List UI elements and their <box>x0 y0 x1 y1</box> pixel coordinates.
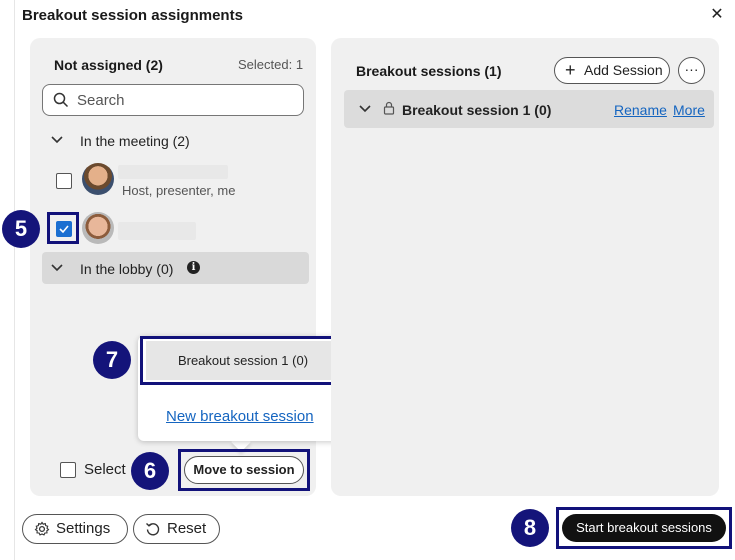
chevron-down-icon[interactable] <box>358 102 372 116</box>
select-all-label: Select <box>84 461 126 478</box>
add-session-label: Add Session <box>584 62 663 78</box>
highlight-frame <box>140 336 346 385</box>
more-link[interactable]: More <box>673 102 705 118</box>
group-in-lobby: In the lobby (0) <box>80 261 174 277</box>
step-marker-5: 5 <box>2 210 40 248</box>
breakout-sessions-title: Breakout sessions (1) <box>356 63 502 79</box>
more-options-button[interactable]: ··· <box>678 57 705 84</box>
participant-role: Host, presenter, me <box>122 183 236 198</box>
reset-button[interactable]: Reset <box>133 514 220 544</box>
lock-icon <box>383 101 395 115</box>
participant-name-redacted <box>118 222 196 240</box>
selected-count: Selected: 1 <box>238 57 304 72</box>
chevron-down-icon[interactable] <box>50 261 64 275</box>
settings-label: Settings <box>56 520 111 537</box>
info-icon[interactable]: i <box>187 261 200 274</box>
close-icon[interactable]: ✕ <box>708 6 726 24</box>
session-name: Breakout session 1 (0) <box>402 102 552 118</box>
avatar <box>82 163 114 195</box>
highlight-frame <box>178 449 310 491</box>
reset-icon <box>146 522 160 536</box>
step-marker-6: 6 <box>131 452 169 490</box>
group-in-meeting[interactable]: In the meeting (2) <box>80 133 190 149</box>
new-breakout-session-link[interactable]: New breakout session <box>166 408 314 425</box>
chevron-down-icon[interactable] <box>50 133 64 147</box>
search-input[interactable] <box>75 89 295 111</box>
participant-name-redacted <box>118 165 228 179</box>
highlight-frame <box>556 507 732 549</box>
not-assigned-header: Not assigned (2) <box>54 57 163 73</box>
avatar <box>82 212 114 244</box>
step-marker-8: 8 <box>511 509 549 547</box>
search-icon <box>53 92 69 108</box>
add-session-button[interactable]: + Add Session <box>554 57 670 84</box>
gear-icon <box>34 521 50 536</box>
dialog-title: Breakout session assignments <box>22 7 243 24</box>
participant-checkbox-host[interactable] <box>56 173 72 189</box>
select-all-checkbox[interactable] <box>60 462 76 478</box>
plus-icon: + <box>565 60 576 80</box>
settings-button[interactable]: Settings <box>22 514 128 544</box>
step-marker-7: 7 <box>93 341 131 379</box>
rename-link[interactable]: Rename <box>614 102 667 118</box>
search-box[interactable] <box>42 84 304 116</box>
highlight-frame <box>47 212 79 244</box>
reset-label: Reset <box>167 520 207 537</box>
